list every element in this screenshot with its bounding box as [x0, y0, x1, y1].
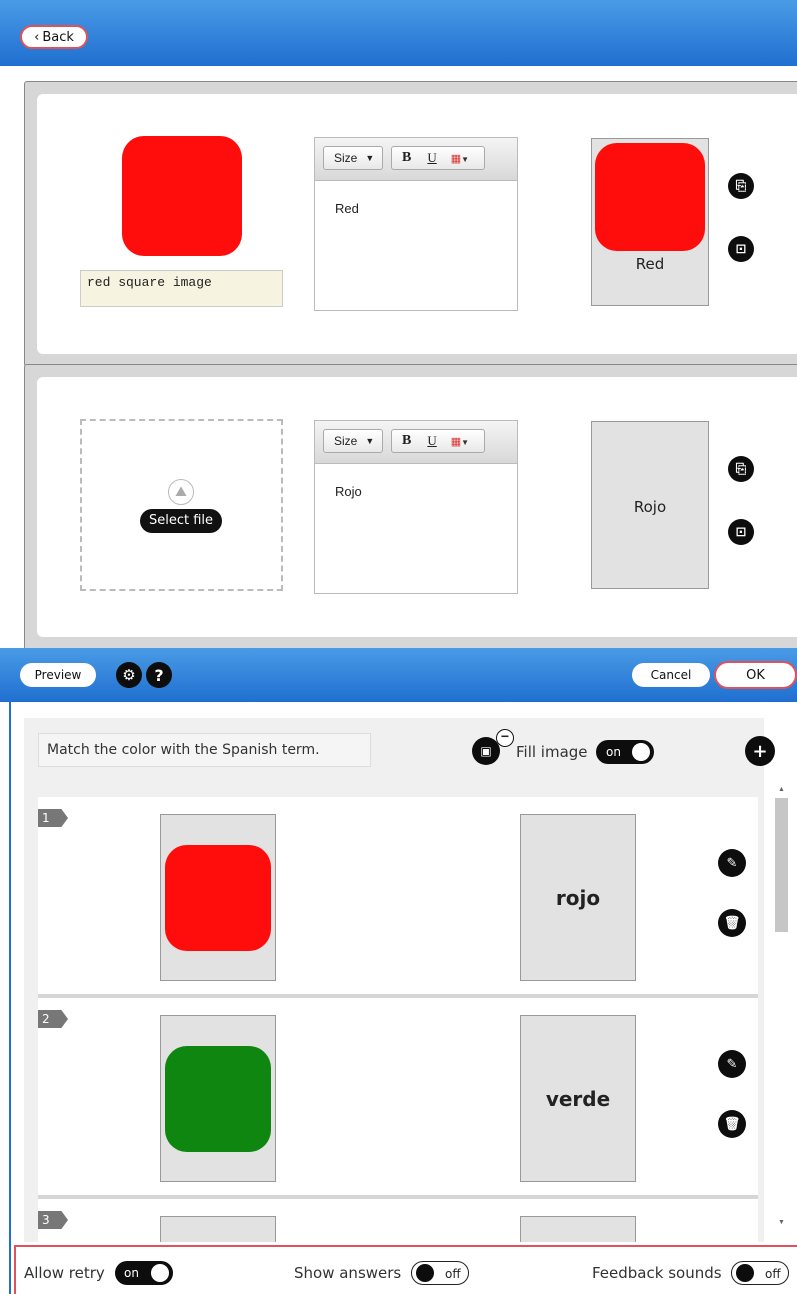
add-item-icon[interactable]: +: [745, 736, 775, 766]
editor-content-2[interactable]: Rojo: [315, 464, 517, 519]
card-2-preview: Rojo: [591, 421, 709, 589]
left-border: [9, 702, 11, 1294]
paste-icon[interactable]: ⊡: [728, 519, 754, 545]
allow-retry-toggle[interactable]: on: [115, 1261, 173, 1285]
edit-icon[interactable]: ✎: [718, 1050, 746, 1078]
edit-icon[interactable]: ✎: [718, 849, 746, 877]
item-2-term-card[interactable]: verde: [520, 1015, 636, 1182]
settings-gear-icon[interactable]: ⚙: [116, 662, 142, 688]
remove-icon[interactable]: −: [496, 729, 514, 747]
item-3-image-card[interactable]: [160, 1216, 276, 1242]
bold-button[interactable]: B: [402, 433, 411, 449]
delete-icon[interactable]: 🗑: [718, 1110, 746, 1138]
allow-retry-label: Allow retry: [24, 1264, 105, 1282]
alt-text-field[interactable]: red square image: [80, 270, 283, 307]
card-1-preview-label: Red: [635, 255, 665, 273]
card-1-preview: Red: [591, 138, 709, 306]
format-group-2: B U ▦▼: [391, 429, 485, 453]
caret-down-icon: ▼: [365, 153, 375, 163]
card-1-image[interactable]: [122, 136, 242, 256]
color-palette-icon[interactable]: ▦▼: [451, 435, 469, 448]
size-dropdown-2[interactable]: Size ▼: [323, 429, 383, 453]
underline-button[interactable]: U: [427, 433, 436, 449]
toggle-knob: [416, 1264, 434, 1282]
select-file-button[interactable]: Select file: [140, 509, 222, 533]
size-dropdown[interactable]: Size ▼: [323, 146, 383, 170]
instruction-input[interactable]: Match the color with the Spanish term.: [38, 733, 371, 767]
back-label: Back: [42, 29, 74, 45]
item-1-term-card[interactable]: rojo: [520, 814, 636, 981]
back-button[interactable]: ‹ Back: [20, 25, 88, 49]
list-item-3: 3: [38, 1199, 758, 1242]
list-item-2: 2 verde ✎ 🗑: [38, 998, 758, 1199]
image-placeholder-icon: ⛰: [168, 479, 194, 505]
paste-icon[interactable]: ⊡: [728, 236, 754, 262]
list-item-1: 1 rojo ✎ 🗑: [38, 797, 758, 998]
preview-button[interactable]: Preview: [20, 663, 96, 687]
scrollbar-thumb[interactable]: [775, 798, 788, 932]
scroll-down-icon[interactable]: ▼: [778, 1219, 785, 1226]
item-2-term: verde: [545, 1087, 611, 1111]
item-1-image-card[interactable]: [160, 814, 276, 981]
card-1-preview-image: [595, 143, 705, 251]
show-answers-toggle[interactable]: off: [411, 1261, 469, 1285]
underline-button[interactable]: U: [427, 150, 436, 166]
fill-image-label: Fill image: [516, 743, 588, 761]
toggle-knob: [632, 743, 650, 761]
item-1-image: [165, 845, 271, 951]
image-dropzone[interactable]: [80, 419, 283, 591]
fill-image-toggle[interactable]: on: [596, 740, 654, 764]
item-number: 3: [38, 1211, 68, 1229]
show-answers-label: Show answers: [294, 1264, 402, 1282]
ok-button[interactable]: OK: [714, 661, 797, 689]
item-2-image-card[interactable]: [160, 1015, 276, 1182]
editor-toolbar: Size ▼ B U ▦▼: [315, 138, 517, 181]
delete-icon[interactable]: 🗑: [718, 909, 746, 937]
item-3-term-card[interactable]: [520, 1216, 636, 1242]
editor-toolbar-2: Size ▼ B U ▦▼: [315, 421, 517, 464]
item-number: 1: [38, 809, 68, 827]
format-group: B U ▦▼: [391, 146, 485, 170]
chevron-left-icon: ‹: [34, 29, 40, 45]
item-1-term: rojo: [555, 886, 601, 910]
items-list: 1 rojo ✎ 🗑 2 verde ✎ 🗑 3: [24, 782, 764, 1242]
item-number: 2: [38, 1010, 68, 1028]
copy-icon[interactable]: ⎘: [728, 456, 754, 482]
text-editor-2[interactable]: Size ▼ B U ▦▼ Rojo: [314, 420, 518, 594]
item-2-image: [165, 1046, 271, 1152]
card-2-preview-label: Rojo: [633, 498, 667, 516]
editor-content[interactable]: Red: [315, 181, 517, 236]
color-palette-icon[interactable]: ▦▼: [451, 152, 469, 165]
cancel-button[interactable]: Cancel: [632, 663, 710, 687]
feedback-sounds-label: Feedback sounds: [592, 1264, 722, 1282]
text-editor-1[interactable]: Size ▼ B U ▦▼ Red: [314, 137, 518, 311]
caret-down-icon: ▼: [365, 436, 375, 446]
copy-icon[interactable]: ⎘: [728, 173, 754, 199]
bold-button[interactable]: B: [402, 150, 411, 166]
feedback-sounds-toggle[interactable]: off: [731, 1261, 789, 1285]
help-icon[interactable]: ?: [146, 662, 172, 688]
top-header: [0, 0, 797, 66]
toggle-knob: [151, 1264, 169, 1282]
scroll-up-icon[interactable]: ▲: [778, 786, 785, 793]
toggle-knob: [736, 1264, 754, 1282]
